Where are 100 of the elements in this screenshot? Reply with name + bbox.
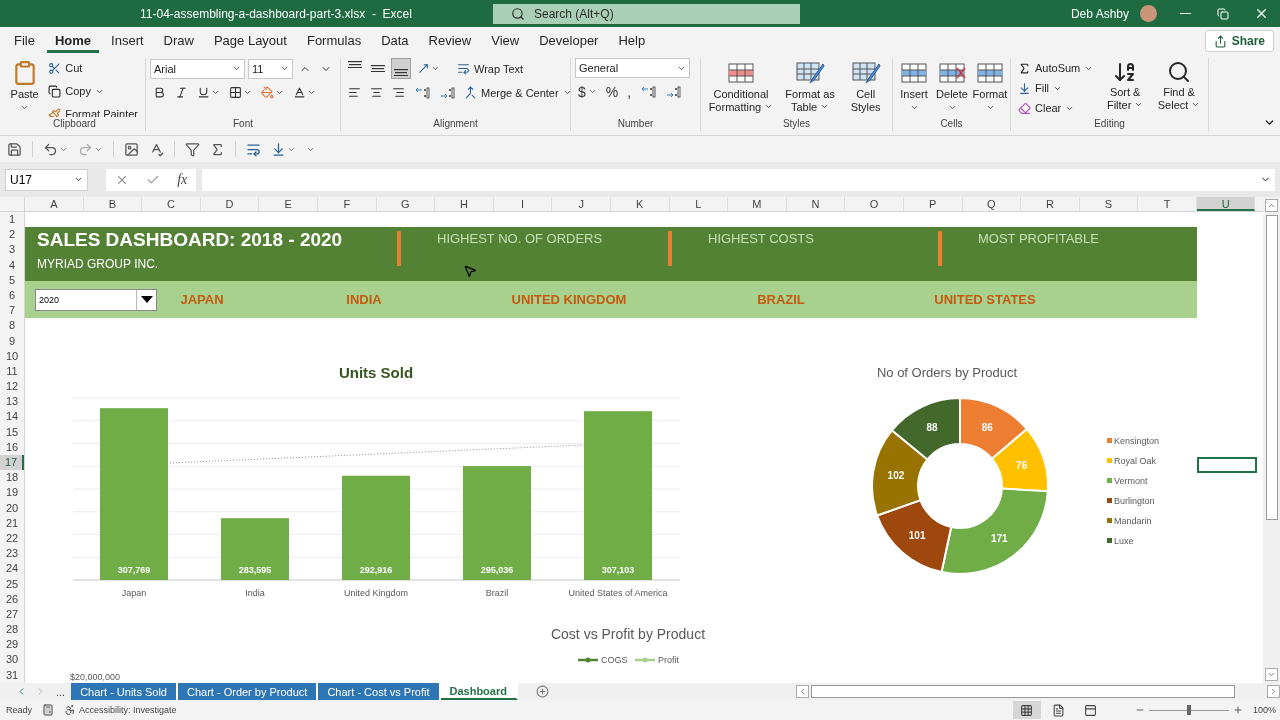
row-header[interactable]: 6 [0,287,24,304]
row-header[interactable]: 16 [0,439,24,455]
data-label: 307,103 [601,565,635,575]
column-header[interactable]: D [200,197,260,211]
cells-button[interactable]: Delete [935,58,969,114]
font-select[interactable]: Arial [150,58,245,79]
cells-button[interactable]: Format [973,58,1007,114]
row-header[interactable]: 3 [0,242,24,258]
column-header[interactable]: U [1196,197,1256,211]
row-header[interactable]: 2 [0,227,24,243]
autosum-button[interactable]: AutoSum [1015,58,1097,78]
column-header[interactable]: Q [962,197,1022,211]
row-header[interactable]: 21 [0,515,24,531]
number-format-select[interactable]: General [575,58,690,78]
column-header[interactable]: L [669,197,729,211]
fill-button[interactable]: Fill [1015,78,1097,98]
editing-button[interactable]: Sort & Filter [1100,58,1151,114]
menu-tab[interactable]: Formulas [298,29,370,53]
clear-button[interactable]: Clear [1015,98,1097,117]
sheet-tab[interactable]: Dashboard [440,683,518,700]
copy-button[interactable]: Copy [45,81,141,101]
column-header[interactable]: M [728,197,787,211]
styles-button[interactable]: Conditional Formatting [705,58,777,116]
menu-tab[interactable]: Draw [155,29,202,53]
row-header[interactable]: 31 [0,667,24,683]
row-header[interactable]: 10 [0,348,24,364]
axis-label: $20,000,000 [70,672,121,682]
row-header[interactable]: 9 [0,333,24,349]
paste-button[interactable]: Paste [8,58,42,114]
row-header[interactable]: 5 [0,272,24,288]
row-header[interactable]: 19 [0,485,24,501]
column-header[interactable]: P [903,197,963,211]
editing-button[interactable]: Find & Select [1154,58,1204,114]
row-header[interactable]: 23 [0,546,24,562]
cells-button[interactable]: Insert [897,58,931,114]
column-header[interactable]: R [1021,197,1080,211]
column-header[interactable]: J [552,197,611,211]
merge-center-button[interactable]: Merge & Center [461,82,570,103]
percent-button[interactable]: % [602,81,622,102]
row-header[interactable]: 13 [0,394,24,410]
menu-tab[interactable]: Insert [103,29,152,53]
insert-function-button[interactable]: fx [177,171,188,188]
currency-button[interactable]: $ [575,81,600,102]
column-header[interactable]: O [845,197,904,211]
column-header[interactable]: E [259,197,318,211]
column-header[interactable]: F [317,197,377,211]
row-header[interactable]: 22 [0,530,24,547]
row-header[interactable]: 1 [0,212,24,228]
column-header[interactable]: B [83,197,143,211]
row-header[interactable]: 25 [0,576,24,592]
accessibility-button[interactable]: Accessibility: Investigate [64,704,177,716]
column-header[interactable]: G [376,197,436,211]
column-header[interactable]: H [435,197,494,211]
row-header[interactable]: 30 [0,652,24,668]
menu-tab[interactable]: Developer [531,29,607,53]
menu-tab[interactable]: Page Layout [205,29,295,53]
menu-tab[interactable]: Data [373,29,417,53]
row-header[interactable]: 4 [0,257,24,273]
row-header[interactable]: 11 [0,363,24,380]
column-header[interactable]: I [493,197,553,211]
column-header[interactable]: T [1138,197,1197,211]
row-header[interactable]: 28 [0,622,24,638]
styles-button[interactable]: Cell Styles [843,58,888,117]
row-header[interactable]: 20 [0,500,24,516]
column-header[interactable]: A [25,197,84,211]
row-header[interactable]: 15 [0,424,24,440]
menu-tab[interactable]: File [6,29,43,53]
wrap-text-button[interactable]: Wrap Text [454,58,527,79]
column-header[interactable]: S [1079,197,1139,211]
row-header[interactable]: 24 [0,561,24,577]
font-size-select[interactable]: 11 [248,58,293,79]
row-header[interactable]: 18 [0,470,24,486]
share-button[interactable]: Share [1204,30,1274,52]
country-label: JAPAN [179,292,225,307]
row-header[interactable]: 17 [0,455,24,471]
row-header[interactable]: 14 [0,409,24,425]
row-header[interactable]: 26 [0,591,24,607]
search-field[interactable]: Search (Alt+Q) [493,3,800,24]
menu-tab[interactable]: View [483,29,528,53]
styles-button[interactable]: Format as Table [780,58,840,116]
sheet-tab[interactable]: Chart - Cost vs Profit [318,683,441,700]
column-header[interactable]: K [610,197,670,211]
status-text: Ready [6,705,32,715]
row-header[interactable]: 27 [0,606,24,623]
row-header[interactable]: 29 [0,637,24,653]
chart-title: Units Sold [338,364,414,381]
column-header[interactable]: C [142,197,201,211]
menu-tab[interactable]: Review [420,29,480,53]
row-header[interactable]: 12 [0,379,24,395]
sheet-tab[interactable]: Chart - Order by Product [178,683,319,700]
row-header[interactable]: 7 [0,303,24,319]
sheet-tab[interactable]: Chart - Units Sold [71,683,178,700]
row-header[interactable]: 8 [0,318,24,334]
name-box[interactable]: U17 [5,168,88,191]
column-header[interactable]: N [786,197,846,211]
comma-button[interactable]: , [624,81,635,102]
more-sheets-button[interactable]: ... [50,685,72,698]
cut-button[interactable]: Cut [45,58,141,78]
menu-tab[interactable]: Help [610,29,654,53]
year-dropdown[interactable]: 2020 [35,288,157,311]
